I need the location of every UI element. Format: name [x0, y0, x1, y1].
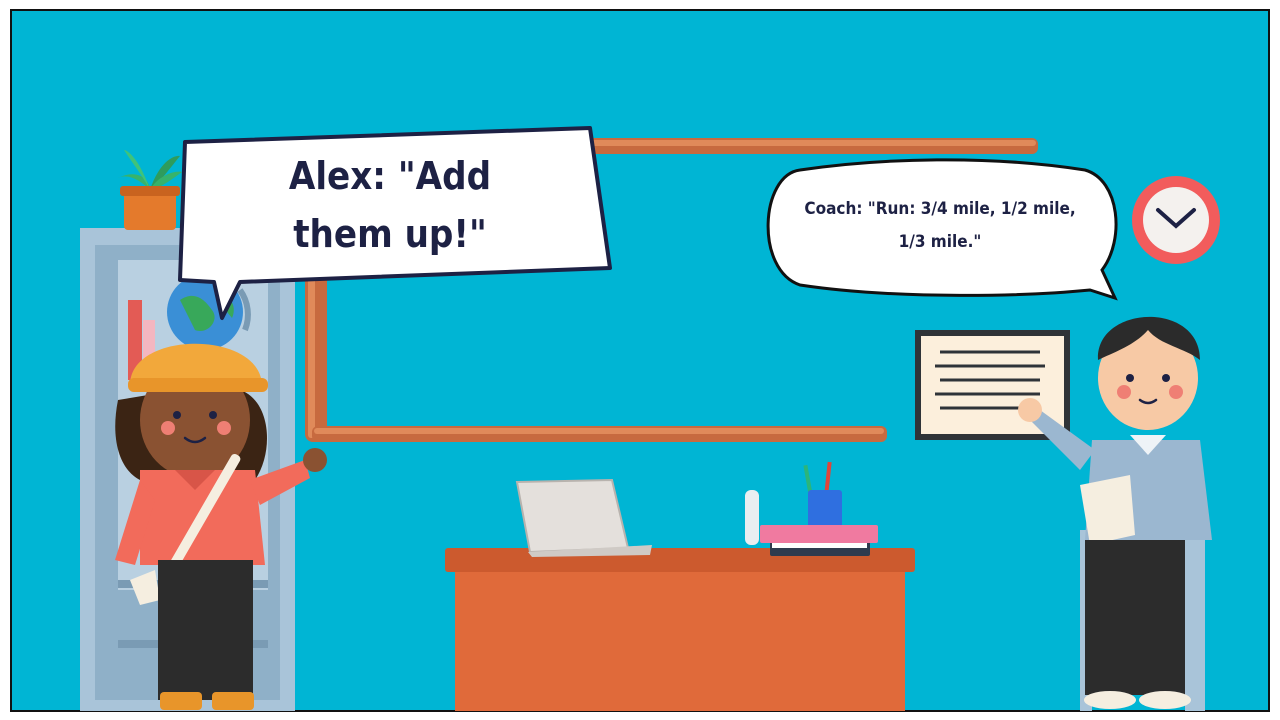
bottle [745, 490, 759, 545]
clock-icon [1132, 176, 1220, 264]
speech-text-alex: Alex: "Add them up!" [200, 142, 580, 267]
books-icon [760, 525, 878, 556]
speech-text-coach: Coach: "Run: 3/4 mile, 1/2 mile, 1/3 mil… [780, 176, 1100, 276]
classroom-scene [10, 9, 1270, 712]
alex-line: Alex: "Add them up!" [288, 153, 492, 256]
desk [445, 548, 915, 711]
coach-line: Coach: "Run: 3/4 mile, 1/2 mile, 1/3 mil… [804, 199, 1076, 252]
